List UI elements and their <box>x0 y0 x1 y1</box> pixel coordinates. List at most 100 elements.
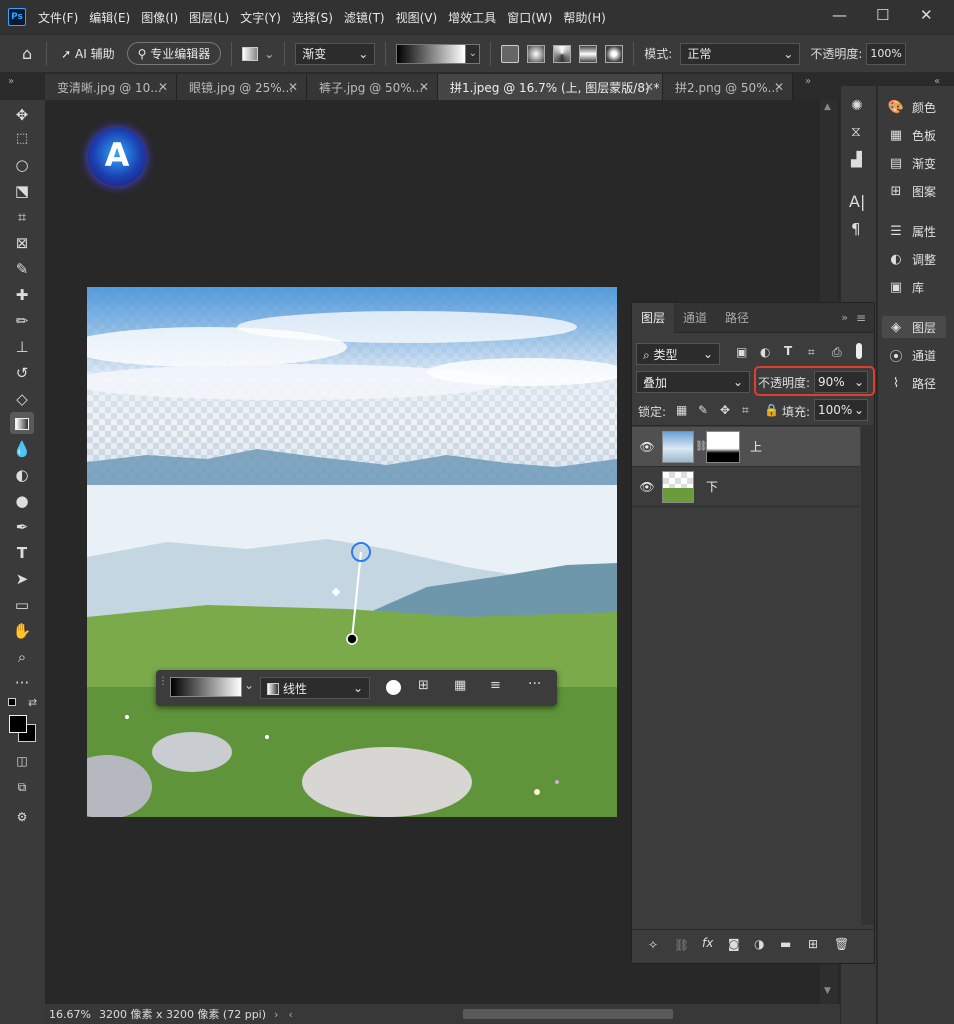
checkerboard-icon[interactable]: ▦ <box>454 678 466 693</box>
close-icon[interactable]: ✕ <box>920 6 933 24</box>
close-tab-icon[interactable]: ✕ <box>644 80 654 94</box>
pen-tool-icon[interactable]: ✒ <box>10 516 34 538</box>
fx-icon[interactable]: fx <box>702 936 713 950</box>
lock-all-icon[interactable]: 🔒 <box>764 403 779 417</box>
menu-help[interactable]: 帮助(H) <box>563 9 605 26</box>
panel-libraries[interactable]: ▣ 库 <box>886 276 924 298</box>
reflected-gradient-mode-icon[interactable] <box>579 44 598 63</box>
menu-layer[interactable]: 图层(L) <box>189 9 229 26</box>
eraser-tool-icon[interactable]: ◇ <box>10 388 34 410</box>
opacity-input[interactable]: 100% <box>866 42 907 65</box>
new-adjustment-icon[interactable]: ◑ <box>754 937 764 951</box>
gradient-type-dropdown[interactable]: 线性 ⌄ <box>260 677 370 699</box>
panel-layers[interactable]: ◈ 图层 <box>882 316 946 338</box>
marquee-tool-icon[interactable]: ⬚ <box>10 128 34 150</box>
chevron-right-icon[interactable]: › <box>274 1008 278 1021</box>
learn-icon[interactable]: ✺ <box>851 98 863 114</box>
layer-row-lower[interactable]: 👁 下 <box>632 467 860 507</box>
visibility-eye-icon[interactable]: 👁 <box>632 480 662 494</box>
lasso-tool-icon[interactable]: ○ <box>10 154 34 176</box>
panel-color[interactable]: 🎨 颜色 <box>886 96 936 118</box>
link-icon[interactable]: ⛓ <box>695 441 708 452</box>
tab-channels[interactable]: 通道 <box>674 303 716 333</box>
home-icon[interactable]: ⌂ <box>22 44 32 63</box>
horizontal-scrollbar-thumb[interactable] <box>462 1009 673 1019</box>
radial-gradient-mode-icon[interactable] <box>527 44 546 63</box>
new-group-icon[interactable]: ▬ <box>780 937 791 951</box>
path-select-tool-icon[interactable]: ➤ <box>10 568 34 590</box>
fill-input[interactable]: 100% ⌄ <box>814 399 868 421</box>
chevron-down-icon[interactable]: ⌄ <box>244 678 254 692</box>
filter-type-icon[interactable]: T <box>784 344 792 358</box>
crop-tool-icon[interactable]: ⌗ <box>10 206 34 228</box>
collapse-panel-icon[interactable]: » <box>841 311 848 324</box>
object-select-tool-icon[interactable]: ⬔ <box>10 180 34 202</box>
panel-menu-icon[interactable]: ≡ <box>856 311 866 325</box>
panel-patterns[interactable]: ⊞ 图案 <box>886 180 936 202</box>
align-icon[interactable]: ⊞ <box>418 678 429 693</box>
drag-handle-icon[interactable]: ⋮ <box>158 676 168 687</box>
add-mask-icon[interactable]: ◙ <box>728 937 740 951</box>
chevron-down-icon[interactable]: ⌄ <box>264 47 274 61</box>
new-layer-icon[interactable]: ⊞ <box>808 937 818 951</box>
lock-pixels-icon[interactable]: ✎ <box>698 403 708 417</box>
close-tab-icon[interactable]: ✕ <box>419 80 429 94</box>
link-layers-icon[interactable]: ⛓ <box>674 938 689 952</box>
menu-view[interactable]: 视图(V) <box>396 9 438 26</box>
menu-file[interactable]: 文件(F) <box>38 9 78 26</box>
layer-blend-mode-dropdown[interactable]: 叠加 ⌄ <box>636 371 750 393</box>
zoom-level[interactable]: 16.67% <box>49 1008 91 1021</box>
history-brush-tool-icon[interactable]: ↺ <box>10 362 34 384</box>
gradient-picker[interactable] <box>170 677 242 697</box>
filter-toggle-icon[interactable] <box>856 343 862 359</box>
zoom-tool-icon[interactable]: ⌕ <box>10 646 34 668</box>
quick-mask-icon[interactable]: ◫ <box>10 750 34 772</box>
actions-icon[interactable]: ▟ <box>851 152 862 168</box>
menu-select[interactable]: 选择(S) <box>292 9 333 26</box>
menu-plugins[interactable]: 增效工具 <box>448 9 496 26</box>
scroll-up-icon[interactable]: ▲ <box>824 102 831 112</box>
type-tool-icon[interactable]: T <box>10 542 34 564</box>
panel-adjustments[interactable]: ◐ 调整 <box>886 248 936 270</box>
character-icon[interactable]: A| <box>849 192 865 211</box>
ai-assist-button[interactable]: ➚ AI 辅助 <box>61 45 114 62</box>
pro-editor-button[interactable]: ⚲ 专业编辑器 <box>126 42 222 65</box>
collapse-toolbar-icon[interactable]: » <box>8 76 14 87</box>
more-tools-icon[interactable]: ··· <box>10 672 34 694</box>
default-colors-icon[interactable] <box>8 698 16 706</box>
minimize-icon[interactable]: — <box>832 6 847 24</box>
tab-paths[interactable]: 路径 <box>716 303 758 333</box>
linear-gradient-mode-icon[interactable] <box>501 44 520 63</box>
generative-fill-icon[interactable]: ✧ <box>648 938 658 952</box>
tool-preset-icon[interactable] <box>242 46 259 61</box>
move-tool-icon[interactable]: ✥ <box>10 104 34 126</box>
delete-layer-icon[interactable]: 🗑 <box>834 937 849 951</box>
tab-document-2[interactable]: 眼镜.jpg @ 25%... ✕ <box>177 74 307 100</box>
panel-channels[interactable]: ⦿ 通道 <box>886 344 936 366</box>
menu-image[interactable]: 图像(I) <box>141 9 178 26</box>
filter-smart-object-icon[interactable]: ⎙ <box>832 345 842 360</box>
tab-document-3[interactable]: 裤子.jpg @ 50%... ✕ <box>307 74 438 100</box>
eyedropper-tool-icon[interactable]: ✎ <box>10 258 34 280</box>
dodge-tool-icon[interactable]: ◐ <box>10 464 34 486</box>
brush-tool-icon[interactable]: ✏ <box>10 310 34 332</box>
document-canvas[interactable] <box>87 287 617 817</box>
close-tab-icon[interactable]: ✕ <box>774 80 784 94</box>
close-tab-icon[interactable]: ✕ <box>288 80 298 94</box>
menu-type[interactable]: 文字(Y) <box>240 9 281 26</box>
layers-scrollbar[interactable] <box>861 425 874 925</box>
scroll-down-icon[interactable]: ▼ <box>824 986 831 996</box>
close-tab-icon[interactable]: ✕ <box>158 80 168 94</box>
chevron-down-icon[interactable]: ⌄ <box>466 43 481 64</box>
generative-icon[interactable]: ⚙ <box>10 806 34 828</box>
maximize-icon[interactable]: ☐ <box>876 6 889 24</box>
hand-tool-icon[interactable]: ✋ <box>10 620 34 642</box>
tab-document-5[interactable]: 拼2.png @ 50%... ✕ <box>663 74 793 100</box>
blur-tool-icon[interactable]: 💧 <box>10 438 34 460</box>
layer-row-upper[interactable]: 👁 ⛓ 上 <box>632 427 860 467</box>
history-icon[interactable]: ⧖ <box>851 124 861 140</box>
filter-shape-icon[interactable]: ⌗ <box>808 345 815 360</box>
tab-document-active[interactable]: 拼1.jpeg @ 16.7% (上, 图层蒙版/8) * ✕ <box>438 74 663 100</box>
lock-position-icon[interactable]: ✥ <box>720 403 730 417</box>
panel-gradients[interactable]: ▤ 渐变 <box>886 152 936 174</box>
